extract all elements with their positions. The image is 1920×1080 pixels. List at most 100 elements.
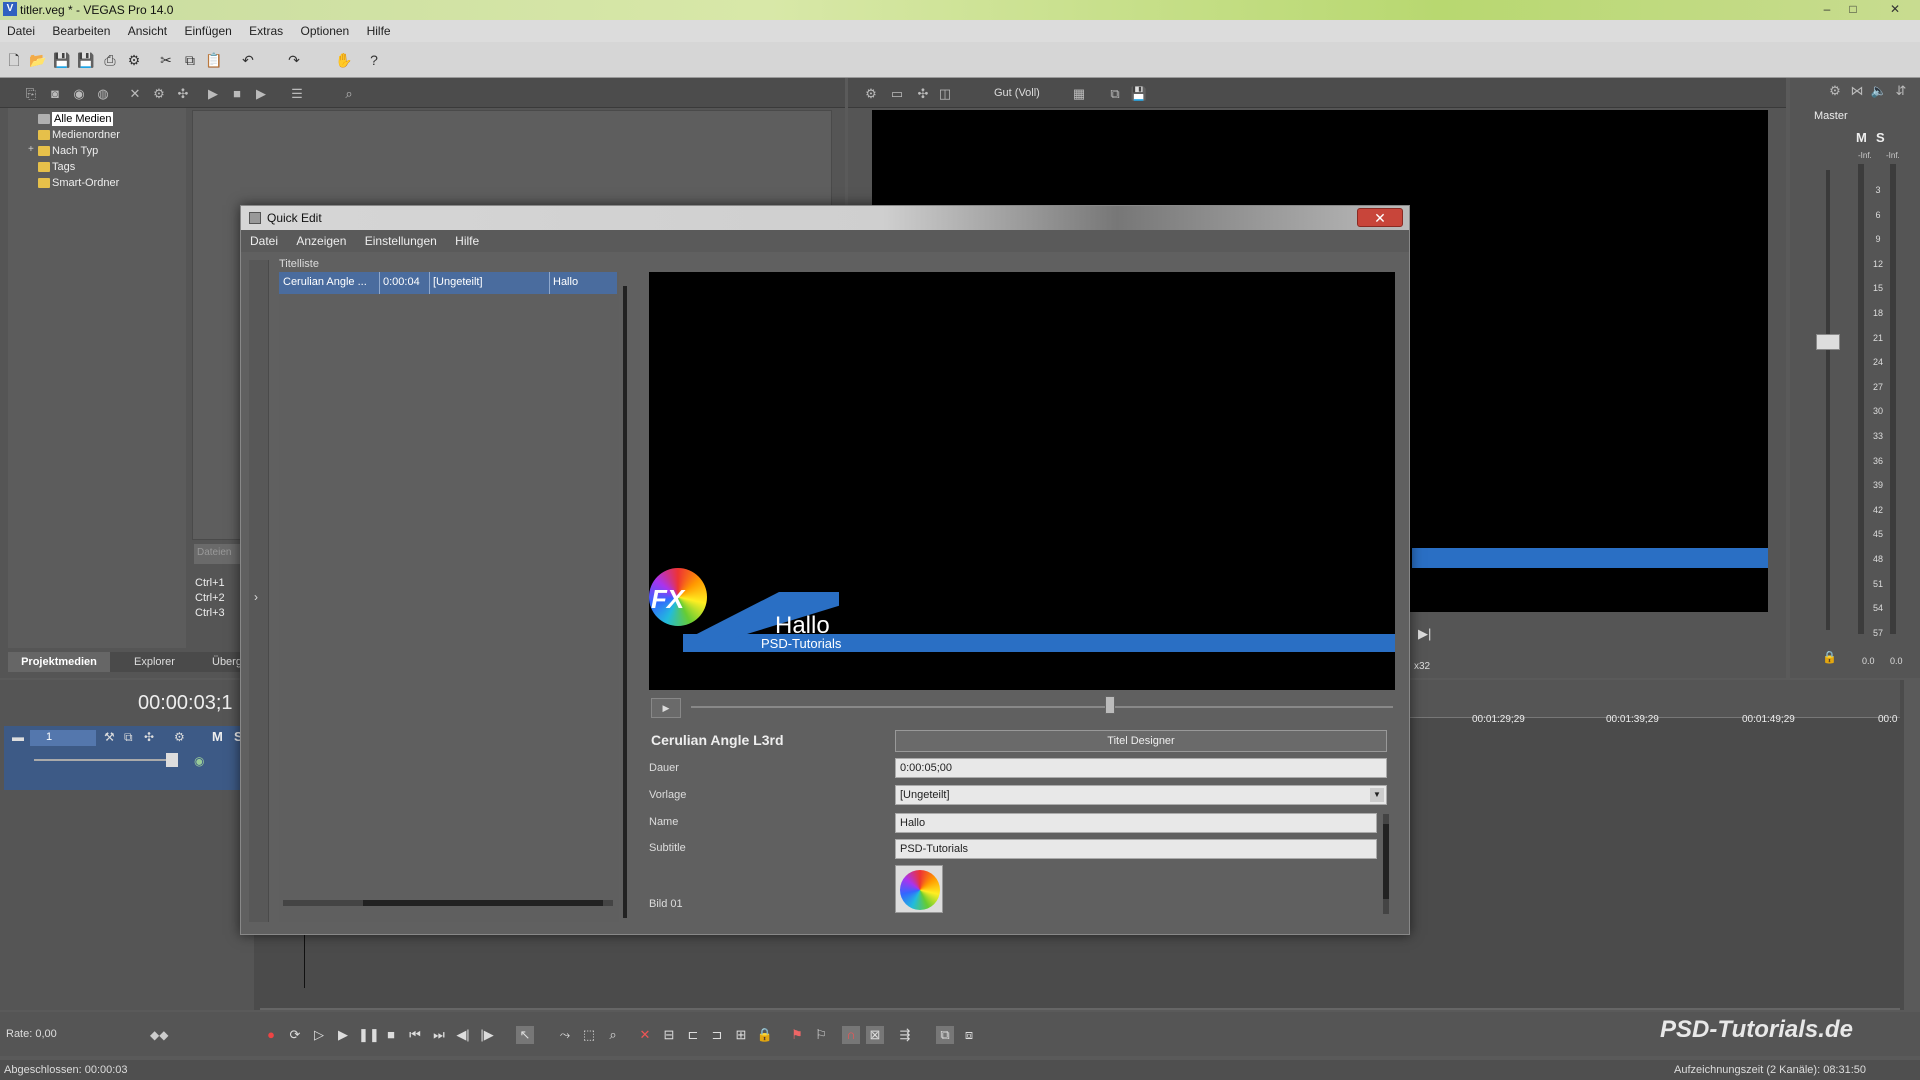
split-screen-icon[interactable]: ✣ (914, 85, 932, 103)
open-folder-icon[interactable]: 📂 (28, 50, 48, 70)
insert-region-icon[interactable]: ⚐ (812, 1026, 830, 1044)
preview-settings-icon[interactable]: ⚙ (862, 85, 880, 103)
lock-events-icon[interactable]: 🔒 (756, 1026, 774, 1044)
menu-einfuegen[interactable]: Einfügen (177, 20, 238, 38)
timeline-vertical-scrollbar[interactable] (1904, 680, 1920, 1010)
track-minimize-icon[interactable]: ▬ (12, 730, 24, 744)
get-media-icon[interactable]: ◉ (70, 85, 88, 103)
menu-hilfe[interactable]: Hilfe (360, 20, 398, 38)
cut-icon[interactable]: ✂ (156, 50, 176, 70)
copy-snapshot-icon[interactable]: ⧉ (1106, 85, 1124, 103)
split-icon[interactable]: ⊞ (732, 1026, 750, 1044)
list-horizontal-scrollbar[interactable] (283, 900, 613, 906)
tree-item-tags[interactable]: Tags (38, 160, 75, 174)
prev-frame-icon[interactable]: ◀| (454, 1026, 472, 1044)
track-settings-icon[interactable]: ⚙ (174, 730, 185, 744)
paste-icon[interactable]: 📋 (204, 50, 224, 70)
tree-item-alle-medien[interactable]: Alle Medien (38, 112, 114, 126)
scrollbar-thumb[interactable] (363, 900, 603, 906)
menu-ansicht[interactable]: Ansicht (121, 20, 174, 38)
save-snapshot-icon[interactable]: 💾 (1130, 85, 1148, 103)
dauer-field[interactable]: 0:00:05;00 (895, 758, 1387, 778)
overlay-icon[interactable]: ◫ (936, 85, 954, 103)
dialog-menu-datei[interactable]: Datei (241, 230, 284, 248)
dialog-menu-hilfe[interactable]: Hilfe (446, 230, 485, 248)
menu-optionen[interactable]: Optionen (294, 20, 357, 38)
preview-play-button[interactable]: ▶ (651, 698, 681, 718)
dialog-titlebar[interactable]: Quick Edit ✕ (241, 206, 1409, 230)
loop-icon[interactable]: ⟳ (286, 1026, 304, 1044)
close-window-button[interactable]: ✕ (1884, 1, 1906, 17)
web-media-icon[interactable]: ◍ (94, 85, 112, 103)
selection-tool-icon[interactable]: ⬚ (580, 1026, 598, 1044)
minimize-button[interactable]: – (1816, 1, 1838, 17)
list-item[interactable]: Cerulian Angle ... 0:00:04 [Ungeteilt] H… (279, 272, 617, 294)
help-icon[interactable]: ? (364, 50, 384, 70)
tab-uebergaenge[interactable]: Überg (212, 652, 242, 672)
dialog-close-button[interactable]: ✕ (1357, 208, 1403, 227)
go-to-end-icon[interactable]: ⏭ (430, 1026, 448, 1044)
tree-item-medienordner[interactable]: Medienordner (38, 128, 120, 142)
master-fader-handle[interactable] (1816, 334, 1840, 350)
track-fx-icon[interactable]: ⚒ (104, 730, 115, 744)
play-from-start-icon[interactable]: ▷ (310, 1026, 328, 1044)
normal-edit-tool-icon[interactable]: ↖ (516, 1026, 534, 1044)
play-icon[interactable]: ▶ (334, 1026, 352, 1044)
zoom-tool-icon[interactable]: ⌕ (604, 1026, 622, 1044)
properties-gear-icon[interactable]: ⚙ (124, 50, 144, 70)
maximize-button[interactable]: □ (1842, 1, 1864, 17)
grid-icon[interactable]: ▦ (1070, 85, 1088, 103)
external-monitor-icon[interactable]: ▭ (888, 85, 906, 103)
delete-icon[interactable]: ✕ (636, 1026, 654, 1044)
render-icon[interactable]: ⎙ (100, 50, 120, 70)
next-frame-icon[interactable]: ▶| (1418, 626, 1431, 642)
subtitle-field[interactable]: PSD-Tutorials (895, 839, 1377, 859)
envelope-tool-icon[interactable]: ⤳ (556, 1026, 574, 1044)
trim-end-icon[interactable]: ⊐ (708, 1026, 726, 1044)
pause-icon[interactable]: ❚❚ (358, 1026, 380, 1044)
track-composite-icon[interactable]: ✣ (144, 730, 154, 744)
auto-preview-icon[interactable]: ▶ (252, 85, 270, 103)
scrubber-handle[interactable] (1105, 696, 1115, 714)
rate-slider-icon[interactable]: ◆◆ (150, 1028, 168, 1042)
trim-icon[interactable]: ⊟ (660, 1026, 678, 1044)
track-compositing-icon[interactable]: ◉ (194, 754, 204, 768)
search-icon[interactable]: ⌕ (340, 85, 358, 103)
dialog-menu-einstellungen[interactable]: Einstellungen (356, 230, 443, 248)
video-track-header[interactable]: ▬ 1 ⚒ ⧉ ✣ ⚙ M S ◉ (4, 726, 254, 790)
master-fx-icon[interactable]: ⚙ (1826, 82, 1844, 100)
menu-datei[interactable]: Datei (0, 20, 42, 38)
capture-icon[interactable]: ◙ (46, 85, 64, 103)
trim-start-icon[interactable]: ⊏ (684, 1026, 702, 1044)
track-opacity-slider[interactable] (34, 759, 174, 761)
import-media-icon[interactable]: ⎘ (22, 85, 40, 103)
snapping-magnet-icon[interactable]: ∩ (842, 1026, 860, 1044)
track-opacity-handle[interactable] (166, 753, 178, 767)
menu-bearbeiten[interactable]: Bearbeiten (45, 20, 117, 38)
master-mute-button[interactable]: M (1856, 130, 1867, 145)
next-frame-icon[interactable]: |▶ (478, 1026, 496, 1044)
undo-icon[interactable]: ↶ (238, 50, 258, 70)
tab-explorer[interactable]: Explorer (134, 652, 175, 672)
master-solo-button[interactable]: S (1876, 130, 1885, 145)
scrollbar-thumb[interactable] (1383, 824, 1389, 899)
timeline-horizontal-scrollbar[interactable] (260, 1008, 1900, 1010)
remove-icon[interactable]: ✕ (126, 85, 144, 103)
master-routing-icon[interactable]: ⋈ (1848, 82, 1866, 100)
lock-icon[interactable]: 🔒 (1822, 650, 1837, 664)
properties-scrollbar[interactable] (1383, 814, 1389, 914)
lock-envelopes-icon[interactable]: ⧉ (936, 1026, 954, 1044)
collapse-strip[interactable]: › (249, 260, 269, 922)
tree-item-nach-typ[interactable]: Nach Typ (38, 144, 98, 158)
vorlage-select[interactable]: [Ungeteilt] ▼ (895, 785, 1387, 805)
stop-icon[interactable]: ■ (382, 1026, 400, 1044)
auto-crossfade-icon[interactable]: ⊠ (866, 1026, 884, 1044)
menu-extras[interactable]: Extras (242, 20, 290, 38)
ripple-edit-icon[interactable]: ⇶ (896, 1026, 914, 1044)
list-splitter[interactable] (623, 286, 627, 918)
media-search-input[interactable]: Dateien (194, 544, 244, 564)
hand-icon[interactable]: ✋ (334, 50, 354, 70)
tab-projektmedien[interactable]: Projektmedien (8, 652, 110, 672)
media-fx-icon[interactable]: ⚙ (150, 85, 168, 103)
chevron-down-icon[interactable]: ▼ (1370, 788, 1384, 802)
